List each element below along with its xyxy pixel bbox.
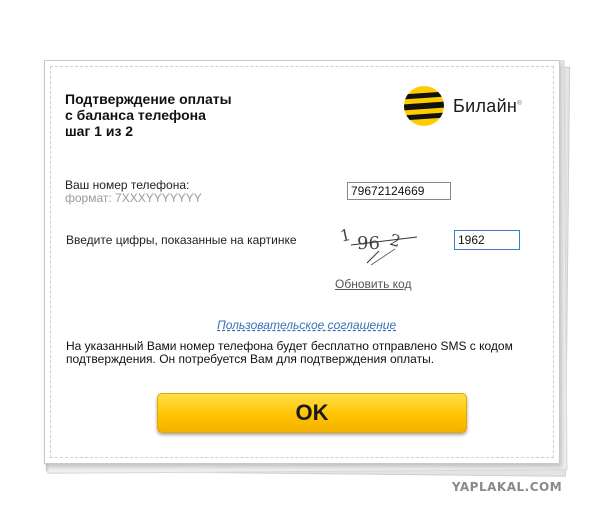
- captcha-input[interactable]: [454, 230, 520, 250]
- captcha-image: 1 96 2: [338, 225, 417, 266]
- sms-info-text: На указанный Вами номер телефона будет б…: [66, 339, 513, 366]
- title-line-3: шаг 1 из 2: [65, 123, 134, 139]
- captcha-glyph: 1: [338, 225, 352, 246]
- page-title: Подтверждение оплаты с баланса телефона …: [65, 91, 295, 139]
- brand-name: Билайн®: [453, 96, 522, 117]
- phone-format-hint: формат: 7XXXYYYYYYY: [65, 191, 202, 205]
- payment-confirmation-card: Подтверждение оплаты с баланса телефона …: [44, 60, 560, 464]
- registered-mark: ®: [517, 100, 522, 107]
- captcha-label: Введите цифры, показанные на картинке: [66, 233, 297, 247]
- phone-label-block: Ваш номер телефона: формат: 7XXXYYYYYYY: [65, 179, 202, 205]
- refresh-captcha-link[interactable]: Обновить код: [335, 277, 411, 291]
- phone-input[interactable]: [347, 182, 451, 200]
- beeline-logo: Билайн®: [403, 85, 522, 127]
- watermark: YAPLAKAL.COM: [432, 478, 582, 496]
- ok-button[interactable]: OK: [157, 393, 467, 433]
- beeline-stripes-icon: [404, 86, 444, 126]
- user-agreement-link[interactable]: Пользовательское соглашение: [217, 318, 396, 332]
- title-line-1: Подтверждение оплаты: [65, 91, 232, 107]
- brand-name-text: Билайн: [453, 95, 518, 116]
- title-line-2: с баланса телефона: [65, 107, 206, 123]
